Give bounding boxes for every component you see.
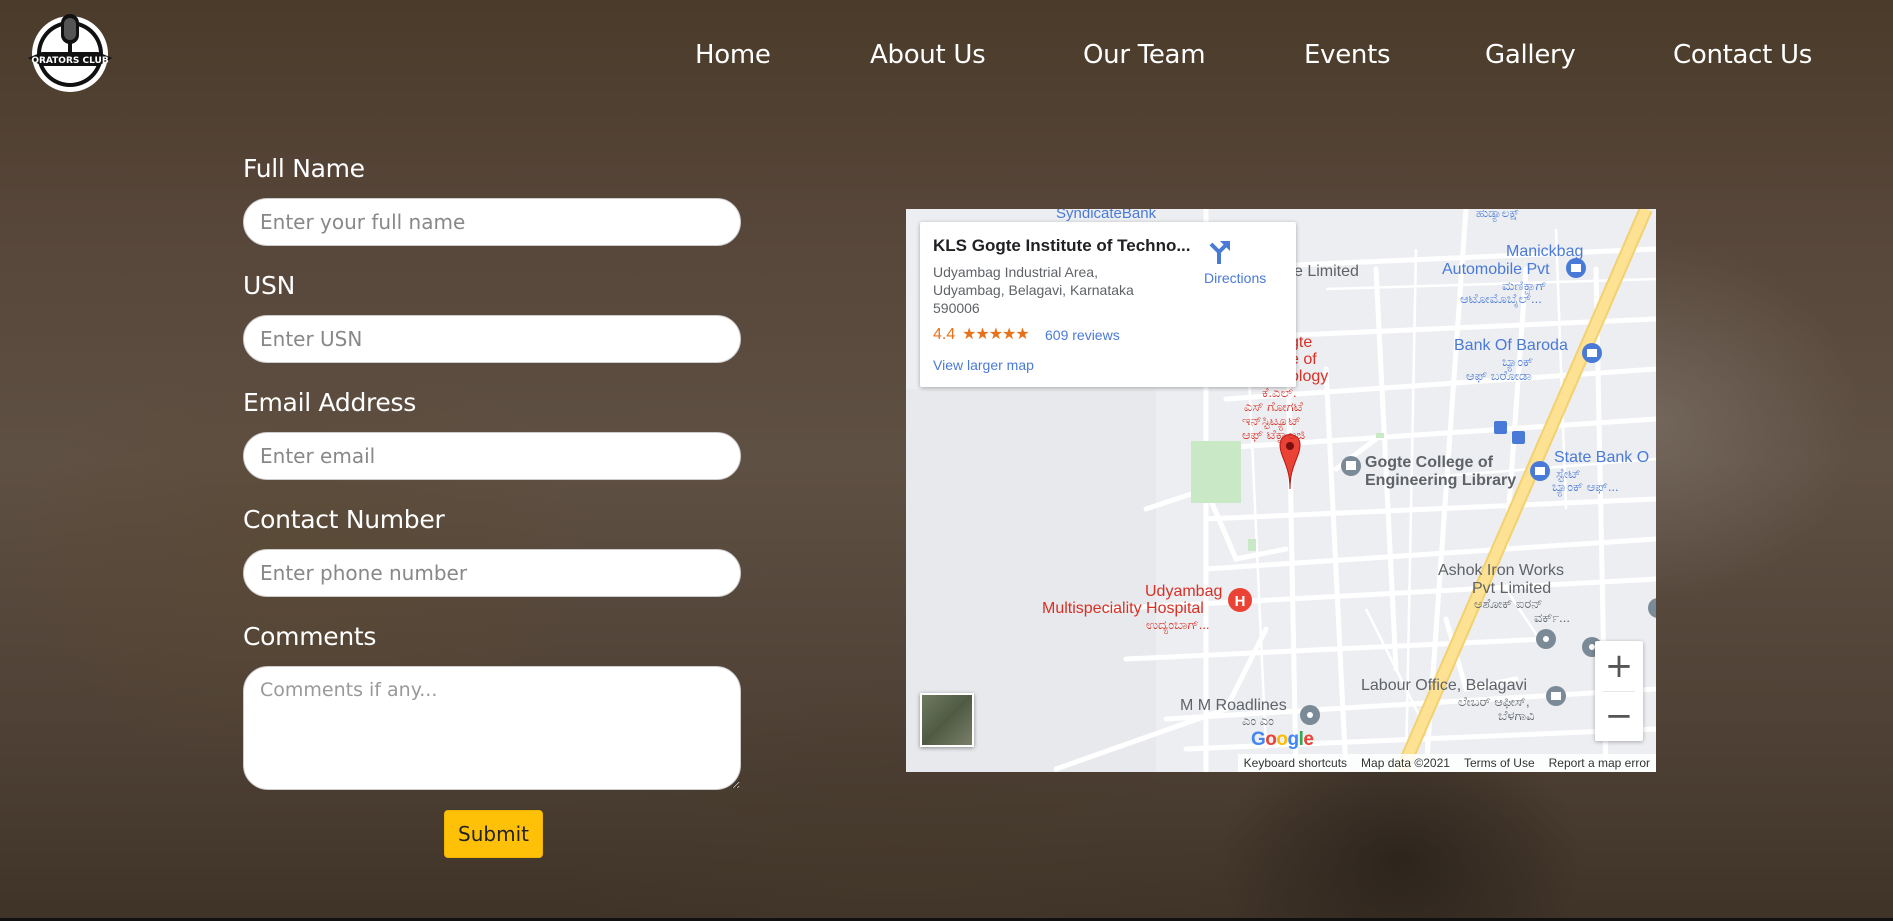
library-poi-icon[interactable] xyxy=(1341,456,1361,476)
svg-text:H: H xyxy=(1235,593,1246,610)
nav-contact-us[interactable]: Contact Us xyxy=(1673,40,1812,70)
zoom-controls: + − xyxy=(1595,641,1643,741)
place-info-card: KLS Gogte Institute of Techno... Udyamba… xyxy=(920,222,1296,387)
map-label: ಆಫ್ ಬರೋಡಾ xyxy=(1466,368,1532,383)
place-name: KLS Gogte Institute of Techno... xyxy=(933,236,1191,255)
full-name-input[interactable] xyxy=(243,198,741,246)
nav-home[interactable]: Home xyxy=(695,40,771,70)
map-label: Pvt Limited xyxy=(1472,580,1552,597)
directions-icon[interactable] xyxy=(1204,236,1234,266)
map-label: ಬೆಳಗಾವಿ xyxy=(1498,708,1535,723)
place-address: Udyambag Industrial Area, Udyambag, Bela… xyxy=(933,264,1134,316)
hospital-icon[interactable]: H xyxy=(1228,588,1252,612)
view-larger-map-link[interactable]: View larger map xyxy=(933,357,1034,373)
google-logo: Google xyxy=(1251,729,1314,750)
report-map-error-link[interactable]: Report a map error xyxy=(1549,756,1650,770)
ashok-poi-icon[interactable] xyxy=(1536,629,1556,649)
map-label: ಆಟೋಮೊಬೈಲ್... xyxy=(1460,291,1542,306)
map-label: Ashok Iron Works xyxy=(1438,562,1564,579)
reviews-link[interactable]: 609 reviews xyxy=(1045,327,1120,343)
map-label: M M Roadlines xyxy=(1180,697,1287,714)
sbi-poi-icon[interactable] xyxy=(1530,461,1550,481)
map-label: Manickbag xyxy=(1506,243,1584,260)
keyboard-shortcuts-link[interactable]: Keyboard shortcuts xyxy=(1244,756,1347,770)
map-label: Labour Office, Belagavi xyxy=(1361,677,1528,694)
terms-of-use-link[interactable]: Terms of Use xyxy=(1464,756,1535,770)
map-label: ಹುಡ್ಯಾಲಕ್ಷ್ xyxy=(1476,209,1520,220)
main-nav: Home About Us Our Team Events Gallery Co… xyxy=(0,40,1893,80)
map-label: e Limited xyxy=(1294,263,1359,280)
zoom-out-button[interactable]: − xyxy=(1595,691,1643,741)
map-label: Udyambag xyxy=(1145,583,1223,600)
email-input[interactable] xyxy=(243,432,741,480)
nav-about-us[interactable]: About Us xyxy=(870,40,986,70)
map-attribution: Keyboard shortcuts Map data ©2021 Terms … xyxy=(1237,754,1656,772)
map-label: ಅಶೋಕ್ ಐರನ್ xyxy=(1474,596,1543,611)
usn-label: USN xyxy=(243,271,295,300)
email-label: Email Address xyxy=(243,388,416,417)
nav-gallery[interactable]: Gallery xyxy=(1485,40,1576,70)
map-label: ಉದ್ಯಂಬಾಗ್... xyxy=(1146,617,1210,632)
map-label: ಬ್ಯಾಂಕ್ ಆಫ್... xyxy=(1552,479,1619,494)
mm-poi-icon[interactable] xyxy=(1300,705,1320,725)
google-map[interactable]: H SyndicateBank ಹುಡ್ಯಾಲಕ್ಷ್ e Limited Ma… xyxy=(906,209,1656,772)
place-rating: 4.4 xyxy=(933,326,956,343)
usn-input[interactable] xyxy=(243,315,741,363)
contact-number-label: Contact Number xyxy=(243,505,445,534)
map-label: Gogte College of xyxy=(1365,454,1493,471)
labour-poi-icon[interactable] xyxy=(1546,686,1566,706)
map-label: Bank Of Baroda xyxy=(1454,337,1568,354)
full-name-label: Full Name xyxy=(243,154,365,183)
map-data-text: Map data ©2021 xyxy=(1361,756,1450,770)
map-label: ವರ್ಕ್... xyxy=(1534,610,1570,625)
zoom-in-button[interactable]: + xyxy=(1595,641,1643,691)
comments-textarea[interactable] xyxy=(243,666,741,790)
comments-label: Comments xyxy=(243,622,377,651)
directions-link[interactable]: Directions xyxy=(1204,270,1266,286)
map-label: Automobile Pvt xyxy=(1442,261,1550,278)
map-label: ಆಫ್ ಟೆಕ್ನಾಲಜಿ xyxy=(1242,427,1306,442)
nav-our-team[interactable]: Our Team xyxy=(1083,40,1206,70)
auto-poi-icon[interactable] xyxy=(1566,258,1586,278)
nav-events[interactable]: Events xyxy=(1304,40,1391,70)
star-rating-icon: ★★★★★ xyxy=(962,326,1030,343)
map-label: Multispeciality Hospital xyxy=(1042,600,1204,617)
map-label: State Bank O xyxy=(1554,449,1650,466)
map-label: ಎಂ ಎಂ xyxy=(1242,713,1274,728)
map-label: Engineering Library xyxy=(1365,472,1517,489)
bank-poi-icon[interactable] xyxy=(1582,343,1602,363)
map-label: SyndicateBank xyxy=(1056,209,1157,222)
submit-button[interactable]: Submit xyxy=(444,810,543,858)
satellite-toggle[interactable] xyxy=(920,693,974,747)
contact-number-input[interactable] xyxy=(243,549,741,597)
